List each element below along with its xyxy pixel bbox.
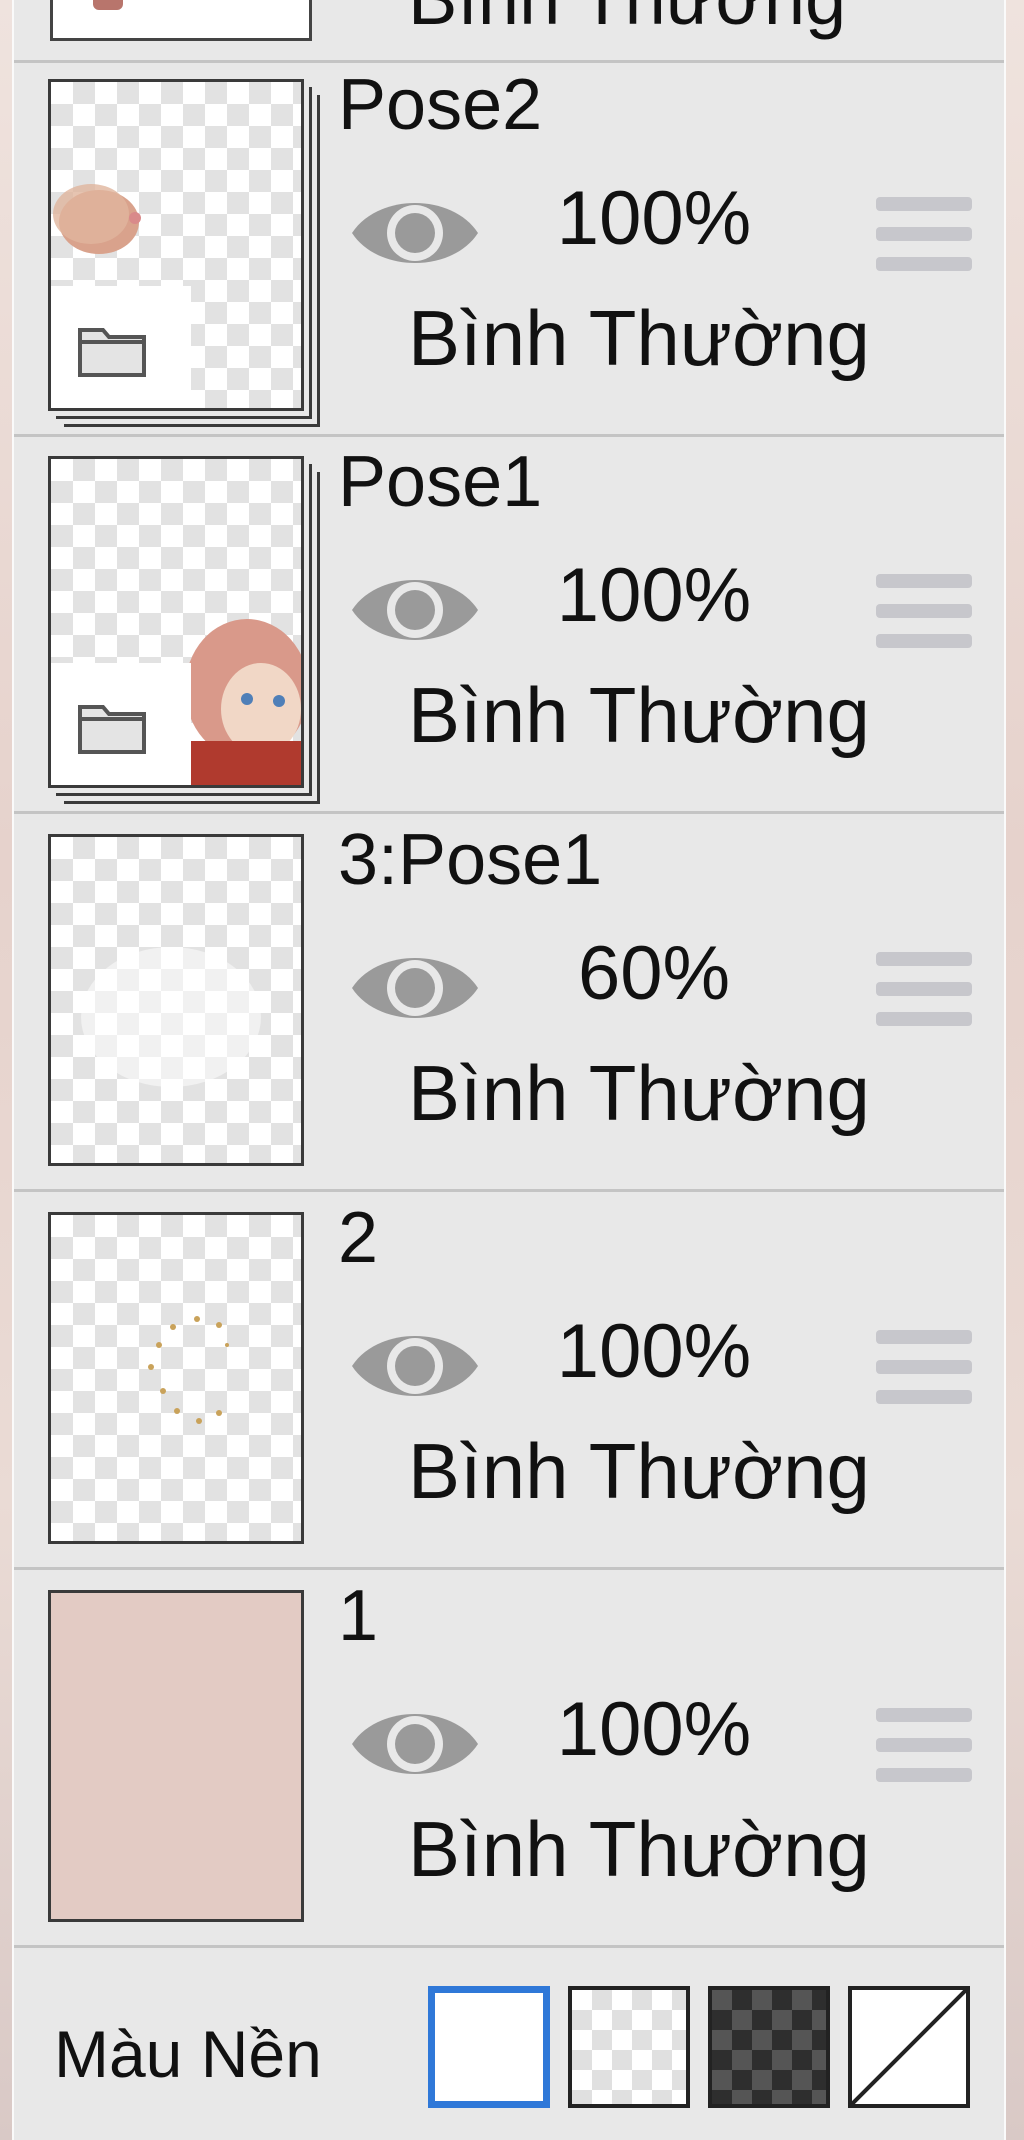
background-color-bar: Màu Nền (14, 1956, 1004, 2140)
layer-row-partial[interactable]: Bình Thường (14, 0, 1004, 63)
thumbnail-image (48, 1212, 304, 1544)
layer-thumbnail[interactable] (48, 456, 320, 804)
thumbnail-image (48, 456, 304, 788)
thumbnail-image (48, 834, 304, 1166)
layer-row-3-pose1[interactable]: 3:Pose1 60% Bình Thường (14, 818, 1004, 1192)
swatch-dark-checker-button[interactable] (708, 1986, 830, 2108)
layer-row-pose1[interactable]: Pose1 100% Bình Thường (14, 440, 1004, 814)
faint-shape (81, 947, 261, 1087)
opacity-value[interactable]: 100% (534, 1314, 774, 1390)
layer-thumbnail[interactable] (48, 1590, 318, 1930)
thumbnail-image (48, 79, 304, 411)
layer-row-2[interactable]: 2 100% Bình Thường (14, 1196, 1004, 1570)
swatch-light-checker-button[interactable] (568, 1986, 690, 2108)
folder-badge (51, 286, 191, 408)
folder-icon (78, 705, 146, 754)
drag-handle-icon[interactable] (876, 1708, 972, 1786)
layers-panel: Bình Thường Pose2 (12, 0, 1006, 2140)
folder-icon (78, 328, 146, 377)
eye-icon[interactable] (348, 562, 482, 658)
blend-mode-label[interactable]: Bình Thường (408, 1810, 870, 1888)
layer-row-1[interactable]: 1 100% Bình Thường (14, 1574, 1004, 1948)
drag-handle-icon[interactable] (876, 574, 972, 652)
opacity-value[interactable]: 100% (534, 1692, 774, 1768)
swatch-white-button[interactable] (428, 1986, 550, 2108)
sparkle-preview (148, 1316, 229, 1424)
swatch-none-button[interactable] (848, 1986, 970, 2108)
blend-mode-label[interactable]: Bình Thường (408, 676, 870, 754)
drag-handle-icon[interactable] (876, 197, 972, 275)
folder-badge (51, 663, 191, 785)
eye-icon[interactable] (348, 1318, 482, 1414)
layer-name[interactable]: Pose1 (338, 446, 542, 518)
layer-row-pose2[interactable]: Pose2 100% Bình Thường (14, 63, 1004, 437)
blend-mode-label[interactable]: Bình Thường (408, 1432, 870, 1510)
layer-name[interactable]: Pose2 (338, 69, 542, 141)
background-color-label: Màu Nền (54, 2017, 322, 2091)
layer-thumbnail[interactable] (48, 834, 318, 1174)
layer-name[interactable]: 3:Pose1 (338, 824, 602, 896)
opacity-value[interactable]: 60% (534, 936, 774, 1012)
blend-mode-label[interactable]: Bình Thường (408, 0, 846, 41)
layer-name[interactable]: 1 (338, 1580, 378, 1652)
layer-thumbnail[interactable] (48, 1212, 318, 1552)
eye-icon[interactable] (348, 1696, 482, 1792)
layer-name[interactable]: 2 (338, 1202, 378, 1274)
layer-thumbnail (50, 0, 312, 41)
drag-handle-icon[interactable] (876, 952, 972, 1030)
opacity-value[interactable]: 100% (534, 558, 774, 634)
blend-mode-label[interactable]: Bình Thường (408, 1054, 870, 1132)
thumbnail-image (48, 1590, 304, 1922)
drag-handle-icon[interactable] (876, 1330, 972, 1408)
layer-thumbnail[interactable] (48, 79, 320, 427)
eye-icon[interactable] (348, 940, 482, 1036)
diagonal-slash-icon (852, 1990, 966, 2104)
eye-icon[interactable] (348, 185, 482, 281)
opacity-value[interactable]: 100% (534, 181, 774, 257)
blend-mode-label[interactable]: Bình Thường (408, 299, 870, 377)
